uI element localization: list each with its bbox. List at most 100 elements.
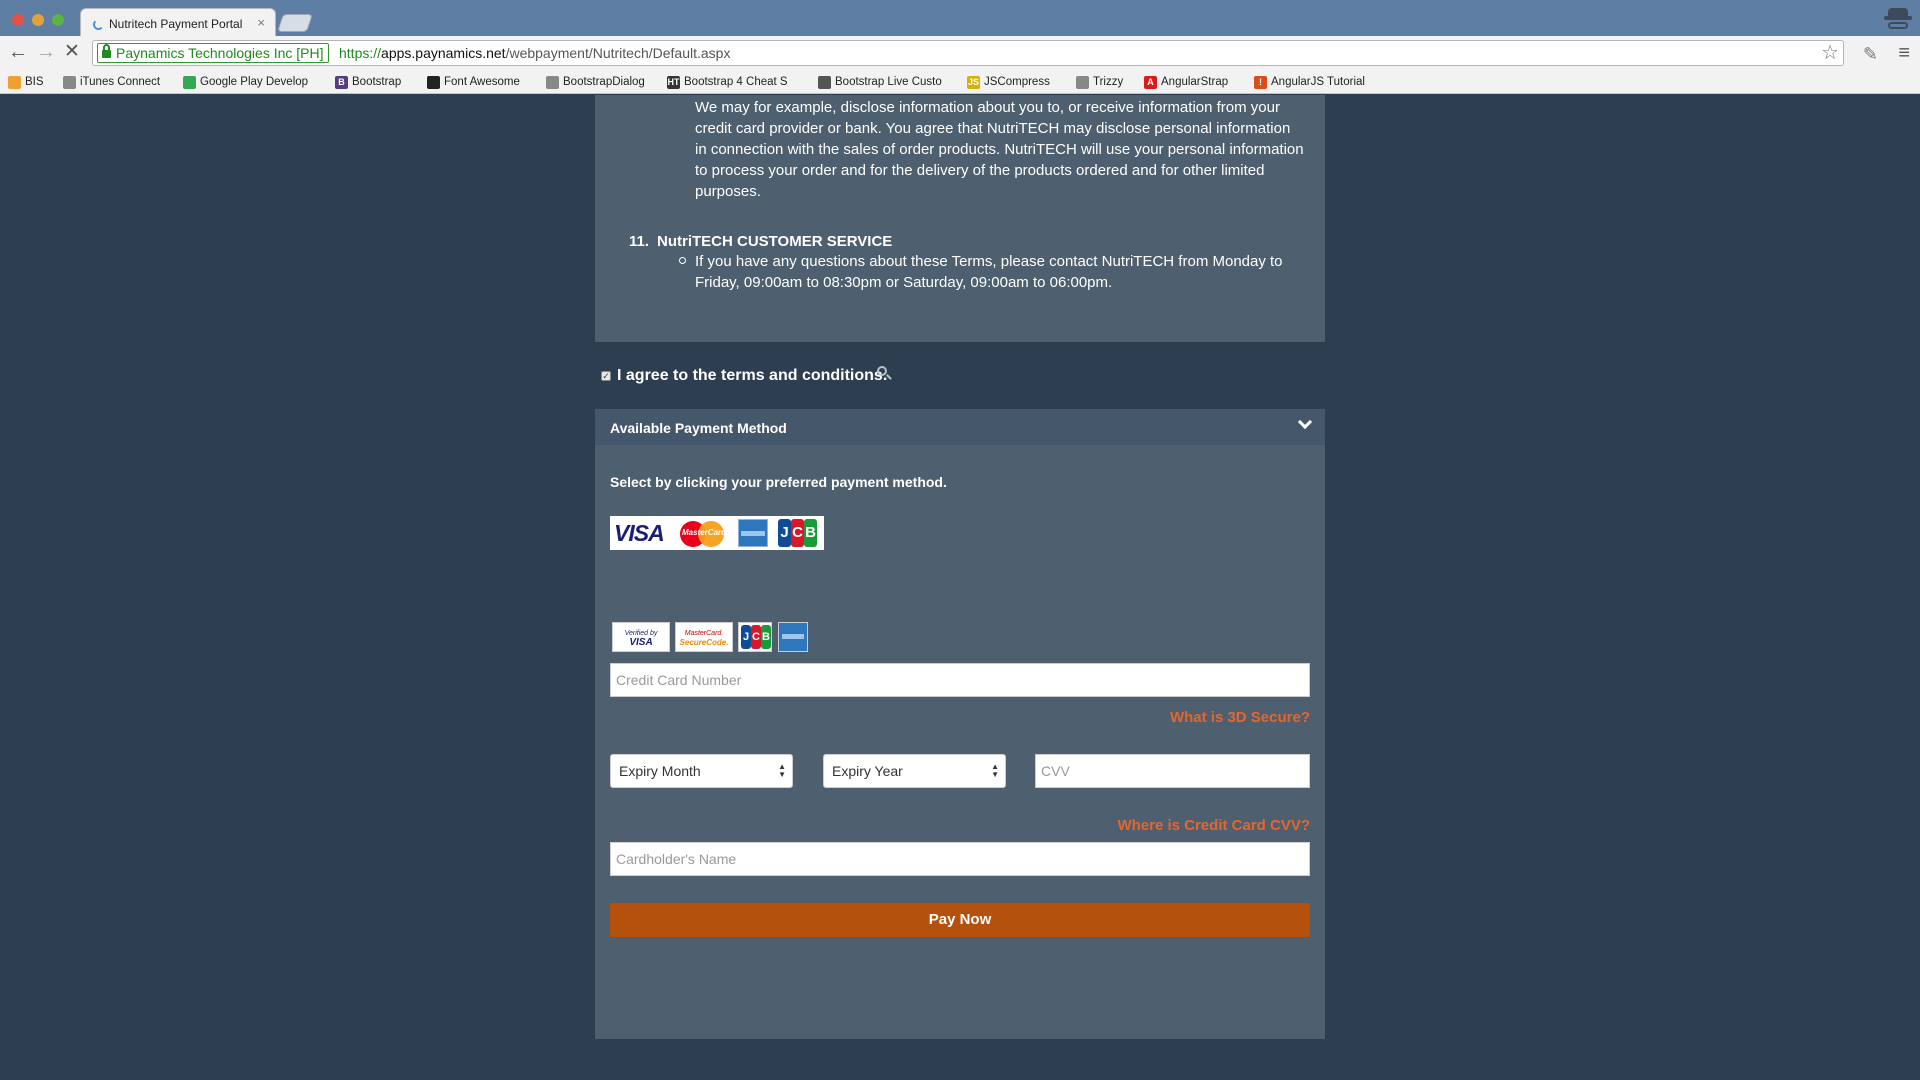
browser-menu-icon[interactable]: ≡	[1898, 42, 1910, 65]
url-text[interactable]: https://apps.paynamics.net/webpayment/Nu…	[339, 45, 730, 61]
bookmark-label: Bootstrap Live Custo	[835, 76, 942, 88]
secure-program-logos: Verified by VISA MasterCard. SecureCode. J…	[610, 622, 810, 652]
credit-card-number-input[interactable]	[610, 663, 1310, 697]
terms-scroll-area[interactable]: collect, use and disclose your personal …	[595, 95, 1325, 342]
bookmark-item[interactable]: Bootstrap Live Custo	[818, 74, 942, 90]
bookmark-item[interactable]: Google Play Develop	[183, 74, 308, 90]
bookmark-item[interactable]: A AngularStrap	[1144, 74, 1228, 90]
tab-close-icon[interactable]: ×	[257, 15, 265, 30]
forward-button[interactable]: →	[36, 42, 56, 62]
payment-panel-header[interactable]: Available Payment Method	[595, 409, 1325, 445]
bookmark-item[interactable]: BIS	[8, 74, 44, 90]
verified-by-visa-logo: Verified by VISA	[612, 622, 670, 652]
list-bullet	[679, 257, 686, 264]
terms-section-11-heading: 11. NutriTECH CUSTOMER SERVICE	[629, 233, 892, 250]
bookmark-favicon-icon: A	[1144, 76, 1157, 89]
mastercard-logo[interactable]: MasterCard	[680, 519, 726, 547]
amex-logo[interactable]	[738, 519, 768, 547]
ev-organization: Paynamics Technologies Inc [PH]	[116, 45, 324, 61]
bookmark-item[interactable]: B Bootstrap	[335, 74, 401, 90]
tab-title: Nutritech Payment Portal	[109, 17, 243, 31]
play-icon	[183, 76, 196, 89]
extension-icon[interactable]: ✎	[1863, 44, 1878, 65]
bookmark-favicon-icon: JS	[967, 76, 980, 89]
flag-icon	[427, 76, 440, 89]
new-tab-button[interactable]	[277, 14, 313, 32]
expiry-month-value: Expiry Month	[619, 763, 701, 779]
mastercard-logo-text: MasterCard	[682, 528, 727, 537]
bookmark-label: Trizzy	[1093, 76, 1124, 88]
bookmark-star-icon[interactable]: ☆	[1821, 42, 1839, 64]
bookmark-label: BIS	[25, 76, 44, 88]
tab-nutritech-payment-portal[interactable]: Nutritech Payment Portal ×	[80, 8, 276, 38]
agree-label[interactable]: I agree to the terms and conditions.	[617, 367, 887, 385]
vbv-top-text: Verified by	[624, 630, 658, 637]
url-scheme: https://	[339, 45, 382, 61]
agree-checkbox[interactable]: ✓	[601, 371, 611, 381]
page-icon	[546, 76, 559, 89]
search-icon[interactable]	[877, 366, 892, 380]
address-bar[interactable]: Paynamics Technologies Inc [PH] https://…	[92, 40, 1844, 66]
expiry-year-select[interactable]: Expiry Year ▲ ▼	[823, 754, 1006, 788]
cvv-input[interactable]	[1035, 754, 1310, 788]
bookmark-label: Font Awesome	[444, 76, 520, 88]
bookmark-favicon-icon: !	[1254, 76, 1267, 89]
cardholder-name-input[interactable]	[610, 842, 1310, 876]
select-arrows-icon: ▲ ▼	[778, 762, 786, 779]
url-path: /webpayment/Nutritech/Default.aspx	[505, 45, 731, 61]
page-icon	[63, 76, 76, 89]
bookmark-item[interactable]: Font Awesome	[427, 74, 520, 90]
gear-icon	[818, 76, 831, 89]
bookmark-label: iTunes Connect	[80, 76, 161, 88]
url-host: apps.paynamics.net	[381, 45, 506, 61]
terms-panel: collect, use and disclose your personal …	[595, 95, 1325, 342]
bookmarks-bar: BIS iTunes Connect Google Play Develop B Boo…	[0, 70, 1920, 94]
amex-safekey-logo	[778, 622, 808, 652]
expiry-month-select[interactable]: Expiry Month ▲ ▼	[610, 754, 793, 788]
jcb-logo[interactable]: J C B	[778, 519, 818, 547]
bookmark-item[interactable]: HT Bootstrap 4 Cheat S	[667, 74, 788, 90]
rss-icon	[8, 76, 21, 89]
mcsc-bottom-text: SecureCode.	[679, 638, 729, 647]
ev-certificate-badge[interactable]: Paynamics Technologies Inc [PH]	[97, 43, 329, 63]
bookmark-label: Bootstrap	[352, 76, 402, 88]
bookmark-label: AngularStrap	[1161, 76, 1229, 88]
pay-now-button[interactable]: Pay Now	[610, 903, 1310, 937]
page-content: collect, use and disclose your personal …	[0, 95, 1920, 1080]
bookmark-label: Bootstrap 4 Cheat S	[684, 76, 788, 88]
bookmark-item[interactable]: Trizzy	[1076, 74, 1123, 90]
title-bar: Nutritech Payment Portal ×	[0, 0, 1920, 38]
payment-instructions: Select by clicking your preferred paymen…	[610, 474, 947, 490]
page-icon	[1076, 76, 1089, 89]
stop-loading-button[interactable]: ✕	[64, 42, 80, 62]
terms-section-10-text: collect, use and disclose your personal …	[695, 99, 1304, 200]
what-is-3d-secure-link[interactable]: What is 3D Secure?	[1170, 709, 1310, 726]
where-is-cvv-link[interactable]: Where is Credit Card CVV?	[1117, 817, 1310, 834]
expiry-year-value: Expiry Year	[832, 763, 903, 779]
back-button[interactable]: ←	[8, 42, 28, 62]
section-number: 11.	[629, 233, 650, 250]
bookmark-label: BootstrapDialog	[563, 76, 645, 88]
close-window-button[interactable]	[12, 14, 24, 26]
vbv-bottom-text: VISA	[629, 637, 653, 648]
payment-panel-title: Available Payment Method	[610, 420, 787, 436]
browser-toolbar: ← → ✕ Paynamics Technologies Inc [PH] ht…	[0, 36, 1920, 70]
bookmark-favicon-icon: HT	[667, 76, 680, 89]
bookmark-label: AngularJS Tutorial	[1271, 76, 1365, 88]
bookmark-item[interactable]: JS JSCompress	[967, 74, 1050, 90]
lock-icon	[102, 44, 111, 58]
mastercard-securecode-logo: MasterCard. SecureCode.	[675, 622, 733, 652]
bookmark-item[interactable]: BootstrapDialog	[546, 74, 645, 90]
mcsc-top-text: MasterCard.	[684, 630, 724, 637]
bookmark-item[interactable]: ! AngularJS Tutorial	[1254, 74, 1365, 90]
zoom-window-button[interactable]	[52, 14, 64, 26]
select-arrows-icon: ▲ ▼	[991, 762, 999, 779]
browser-chrome: Nutritech Payment Portal × ← → ✕ Paynami…	[0, 0, 1920, 94]
payment-method-logos[interactable]: VISA MasterCard J C B	[610, 516, 824, 550]
jcb-jsecure-logo: J C B	[738, 622, 772, 652]
chevron-down-icon[interactable]	[1299, 417, 1311, 429]
bookmark-label: Google Play Develop	[200, 76, 309, 88]
minimize-window-button[interactable]	[32, 14, 44, 26]
visa-logo[interactable]: VISA	[614, 519, 672, 547]
bookmark-item[interactable]: iTunes Connect	[63, 74, 160, 90]
